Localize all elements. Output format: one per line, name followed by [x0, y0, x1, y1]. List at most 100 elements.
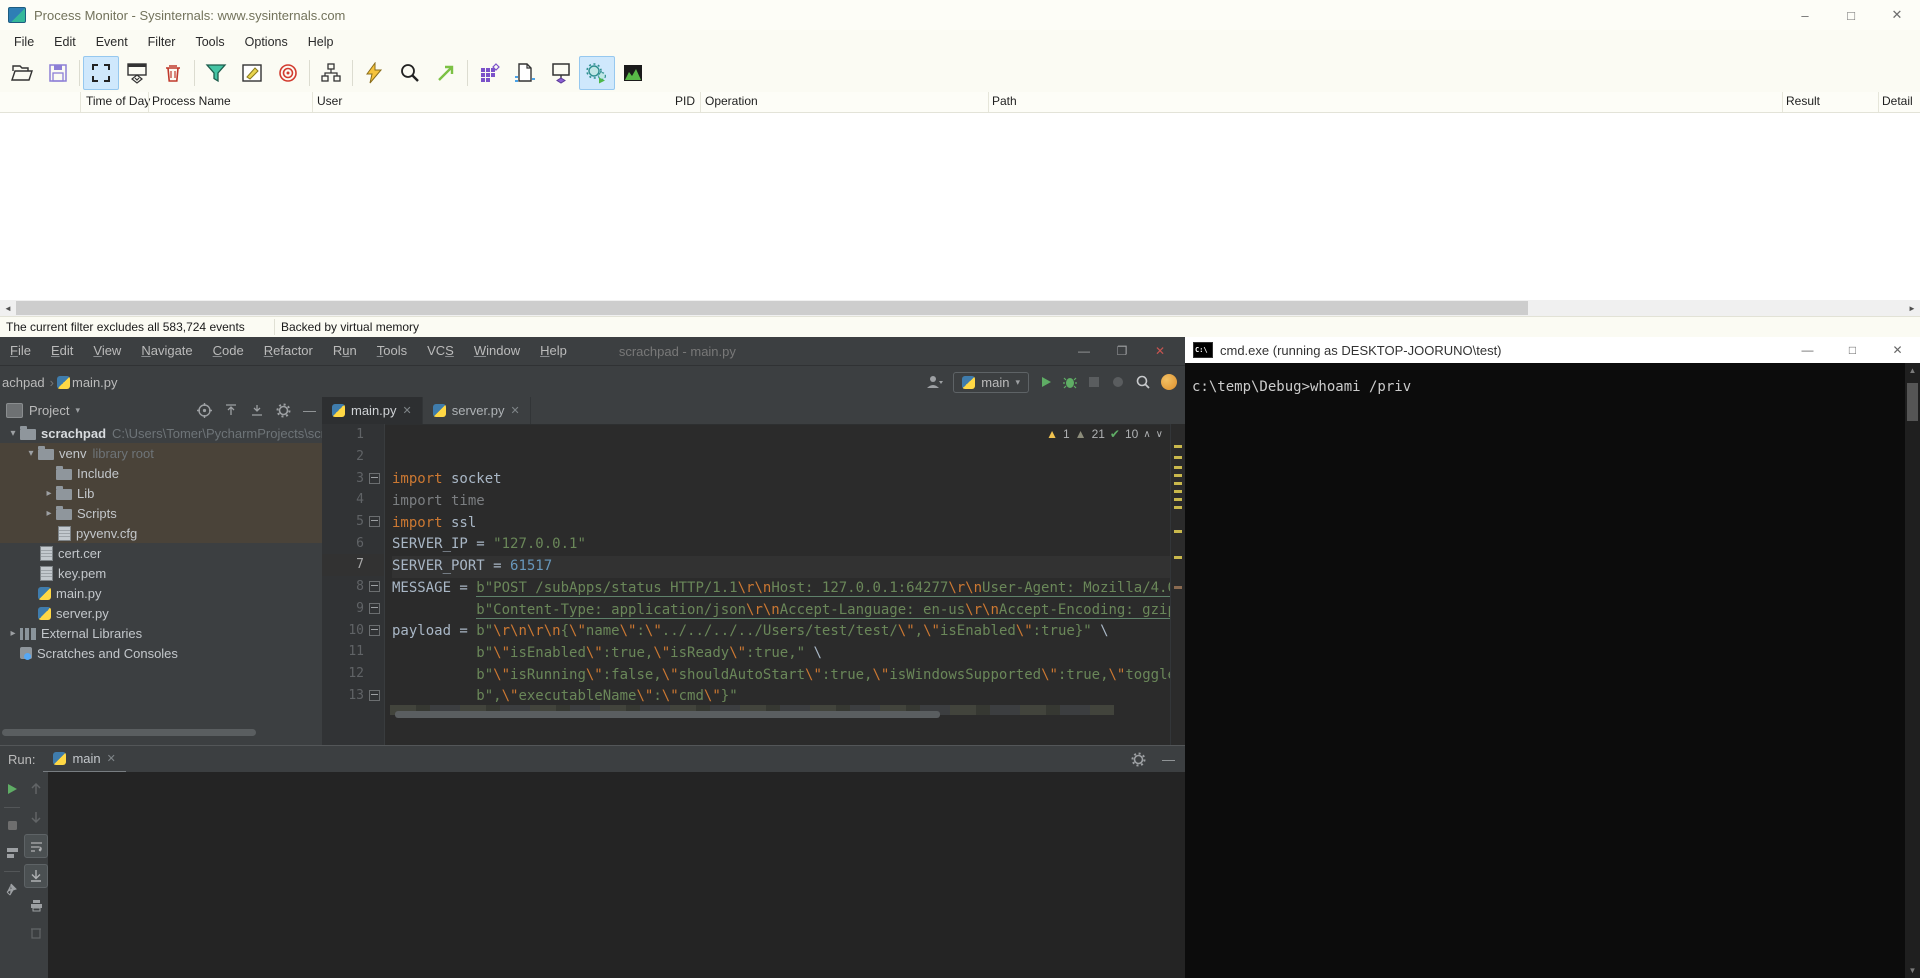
tab-main-py[interactable]: main.py ✕ — [322, 397, 423, 424]
pycharm-menu-edit[interactable]: Edit — [41, 337, 83, 365]
scrollbar-thumb[interactable] — [1907, 383, 1918, 421]
pin-tab-icon[interactable] — [1, 878, 23, 900]
tree-item-main-py[interactable]: main.py — [0, 583, 322, 603]
procmon-maximize-button[interactable]: □ — [1828, 0, 1874, 30]
column-header-process-name[interactable]: Process Name — [152, 94, 231, 108]
column-header-time-of-day[interactable]: Time of Day — [86, 94, 150, 108]
find-button[interactable] — [392, 56, 428, 90]
procmon-close-button[interactable]: ✕ — [1874, 0, 1920, 30]
column-header-path[interactable]: Path — [992, 94, 1017, 108]
next-problem-icon[interactable]: ∨ — [1156, 429, 1163, 440]
procmon-horizontal-scrollbar[interactable]: ◄ ► — [0, 300, 1920, 316]
column-header-detail[interactable]: Detail — [1882, 94, 1913, 108]
code-line-2[interactable] — [392, 448, 1171, 470]
show-registry-toggle[interactable] — [471, 56, 507, 90]
hide-panel-icon[interactable]: — — [303, 403, 316, 418]
run-button[interactable] — [1039, 375, 1053, 389]
up-stack-trace-icon-disabled[interactable] — [25, 778, 47, 800]
gutter-line-1[interactable]: 1 — [322, 424, 384, 446]
capture-button[interactable] — [83, 56, 119, 90]
gutter-line-2[interactable]: 2 — [322, 446, 384, 468]
gutter-line-4[interactable]: 4 — [322, 489, 384, 511]
editor-gutter[interactable]: 12345678910111213 — [322, 424, 385, 745]
stripe-warning-mark[interactable] — [1174, 490, 1182, 493]
procmon-titlebar[interactable]: Process Monitor - Sysinternals: www.sysi… — [0, 0, 1920, 30]
autoscroll-button[interactable] — [119, 56, 155, 90]
clear-button[interactable] — [155, 56, 191, 90]
save-button[interactable] — [40, 56, 76, 90]
scroll-down-arrow-icon[interactable]: ▼ — [1905, 963, 1920, 978]
show-profiling-toggle[interactable] — [615, 56, 651, 90]
procmon-menu-tools[interactable]: Tools — [185, 30, 234, 54]
show-network-toggle[interactable] — [543, 56, 579, 90]
fold-marker-icon[interactable] — [369, 625, 380, 636]
update-notification-icon[interactable] — [1161, 374, 1177, 390]
show-filesystem-toggle[interactable] — [507, 56, 543, 90]
gutter-line-3[interactable]: 3 — [322, 467, 384, 489]
soft-wrap-toggle[interactable] — [24, 834, 48, 858]
column-header-user[interactable]: User — [317, 94, 342, 108]
stripe-warning-mark[interactable] — [1174, 482, 1182, 485]
stripe-warning-mark[interactable] — [1174, 456, 1182, 459]
chevron-right-icon[interactable]: ▸ — [6, 628, 20, 639]
breadcrumb-file[interactable]: main.py — [72, 375, 118, 390]
pycharm-menu-refactor[interactable]: Refactor — [254, 337, 323, 365]
stripe-warning-mark[interactable] — [1174, 474, 1182, 477]
process-tree-button[interactable] — [313, 56, 349, 90]
code-line-9[interactable]: b"Content-Type: application/json\r\nAcce… — [392, 600, 1171, 622]
gutter-line-9[interactable]: 9 — [322, 598, 384, 620]
chevron-right-icon[interactable]: ▸ — [42, 508, 56, 519]
hide-run-panel-icon[interactable]: — — [1162, 752, 1175, 767]
error-stripe[interactable] — [1170, 424, 1185, 745]
tree-item-server-py[interactable]: server.py — [0, 603, 322, 623]
chevron-down-icon[interactable]: ▾ — [75, 405, 80, 416]
pycharm-menu-vcs[interactable]: VCS — [417, 337, 464, 365]
code-editor[interactable]: import socketimport timeimport sslSERVER… — [392, 426, 1171, 745]
stripe-warning-mark[interactable] — [1174, 466, 1182, 469]
chevron-down-icon[interactable]: ▾ — [6, 428, 20, 439]
close-tab-icon[interactable]: ✕ — [403, 404, 412, 417]
scrollbar-thumb[interactable] — [16, 301, 1528, 315]
pycharm-menu-run[interactable]: Run — [323, 337, 367, 365]
stripe-warning-mark[interactable] — [1174, 445, 1182, 448]
stripe-warning-mark[interactable] — [1174, 586, 1182, 589]
code-line-8[interactable]: MESSAGE = b"POST /subApps/status HTTP/1.… — [392, 578, 1171, 600]
tree-item-pyvenv-cfg[interactable]: pyvenv.cfg — [0, 523, 322, 543]
fold-marker-icon[interactable] — [369, 603, 380, 614]
show-process-thread-toggle[interactable] — [579, 56, 615, 90]
tree-item-key-pem[interactable]: key.pem — [0, 563, 322, 583]
fold-marker-icon[interactable] — [369, 473, 380, 484]
code-line-5[interactable]: import ssl — [392, 513, 1171, 535]
run-tab-main[interactable]: main ✕ — [43, 745, 125, 773]
print-icon[interactable] — [25, 894, 47, 916]
column-separator[interactable] — [988, 92, 989, 112]
tree-item-scratches-and-consoles[interactable]: Scratches and Consoles — [0, 643, 322, 663]
search-everywhere-icon[interactable] — [1135, 374, 1151, 390]
close-tab-icon[interactable]: ✕ — [107, 752, 116, 765]
user-icon[interactable] — [925, 374, 943, 390]
gutter-line-11[interactable]: 11 — [322, 641, 384, 663]
procmon-event-list[interactable] — [0, 113, 1920, 300]
gutter-line-12[interactable]: 12 — [322, 663, 384, 685]
profiler-button-disabled[interactable] — [1111, 375, 1125, 389]
down-stack-trace-icon-disabled[interactable] — [25, 806, 47, 828]
code-line-3[interactable]: import socket — [392, 469, 1171, 491]
scroll-up-arrow-icon[interactable]: ▲ — [1905, 363, 1920, 378]
cmd-maximize-button[interactable]: □ — [1830, 337, 1875, 363]
editor-area[interactable]: main.py ✕ server.py ✕ 12345678910111213 … — [322, 397, 1185, 745]
column-separator[interactable] — [1878, 92, 1879, 112]
column-separator[interactable] — [148, 92, 149, 112]
open-button[interactable] — [4, 56, 40, 90]
close-tab-icon[interactable]: ✕ — [511, 404, 520, 417]
code-line-12[interactable]: b"\"isRunning\":false,\"shouldAutoStart\… — [392, 665, 1171, 687]
procmon-menu-options[interactable]: Options — [235, 30, 298, 54]
pycharm-menu-window[interactable]: Window — [464, 337, 530, 365]
cmd-console[interactable]: c:\temp\Debug>whoami /priv ▲ ▼ — [1185, 363, 1920, 978]
cmd-scrollbar[interactable]: ▲ ▼ — [1905, 363, 1920, 978]
scroll-to-end-toggle[interactable] — [24, 864, 48, 888]
project-horizontal-scrollbar[interactable] — [2, 729, 256, 736]
debug-button[interactable] — [1063, 375, 1077, 389]
run-console-output[interactable] — [48, 772, 1185, 978]
boot-logging-button[interactable] — [356, 56, 392, 90]
code-line-10[interactable]: payload = b"\r\n\r\n{\"name\":\"../../..… — [392, 621, 1171, 643]
